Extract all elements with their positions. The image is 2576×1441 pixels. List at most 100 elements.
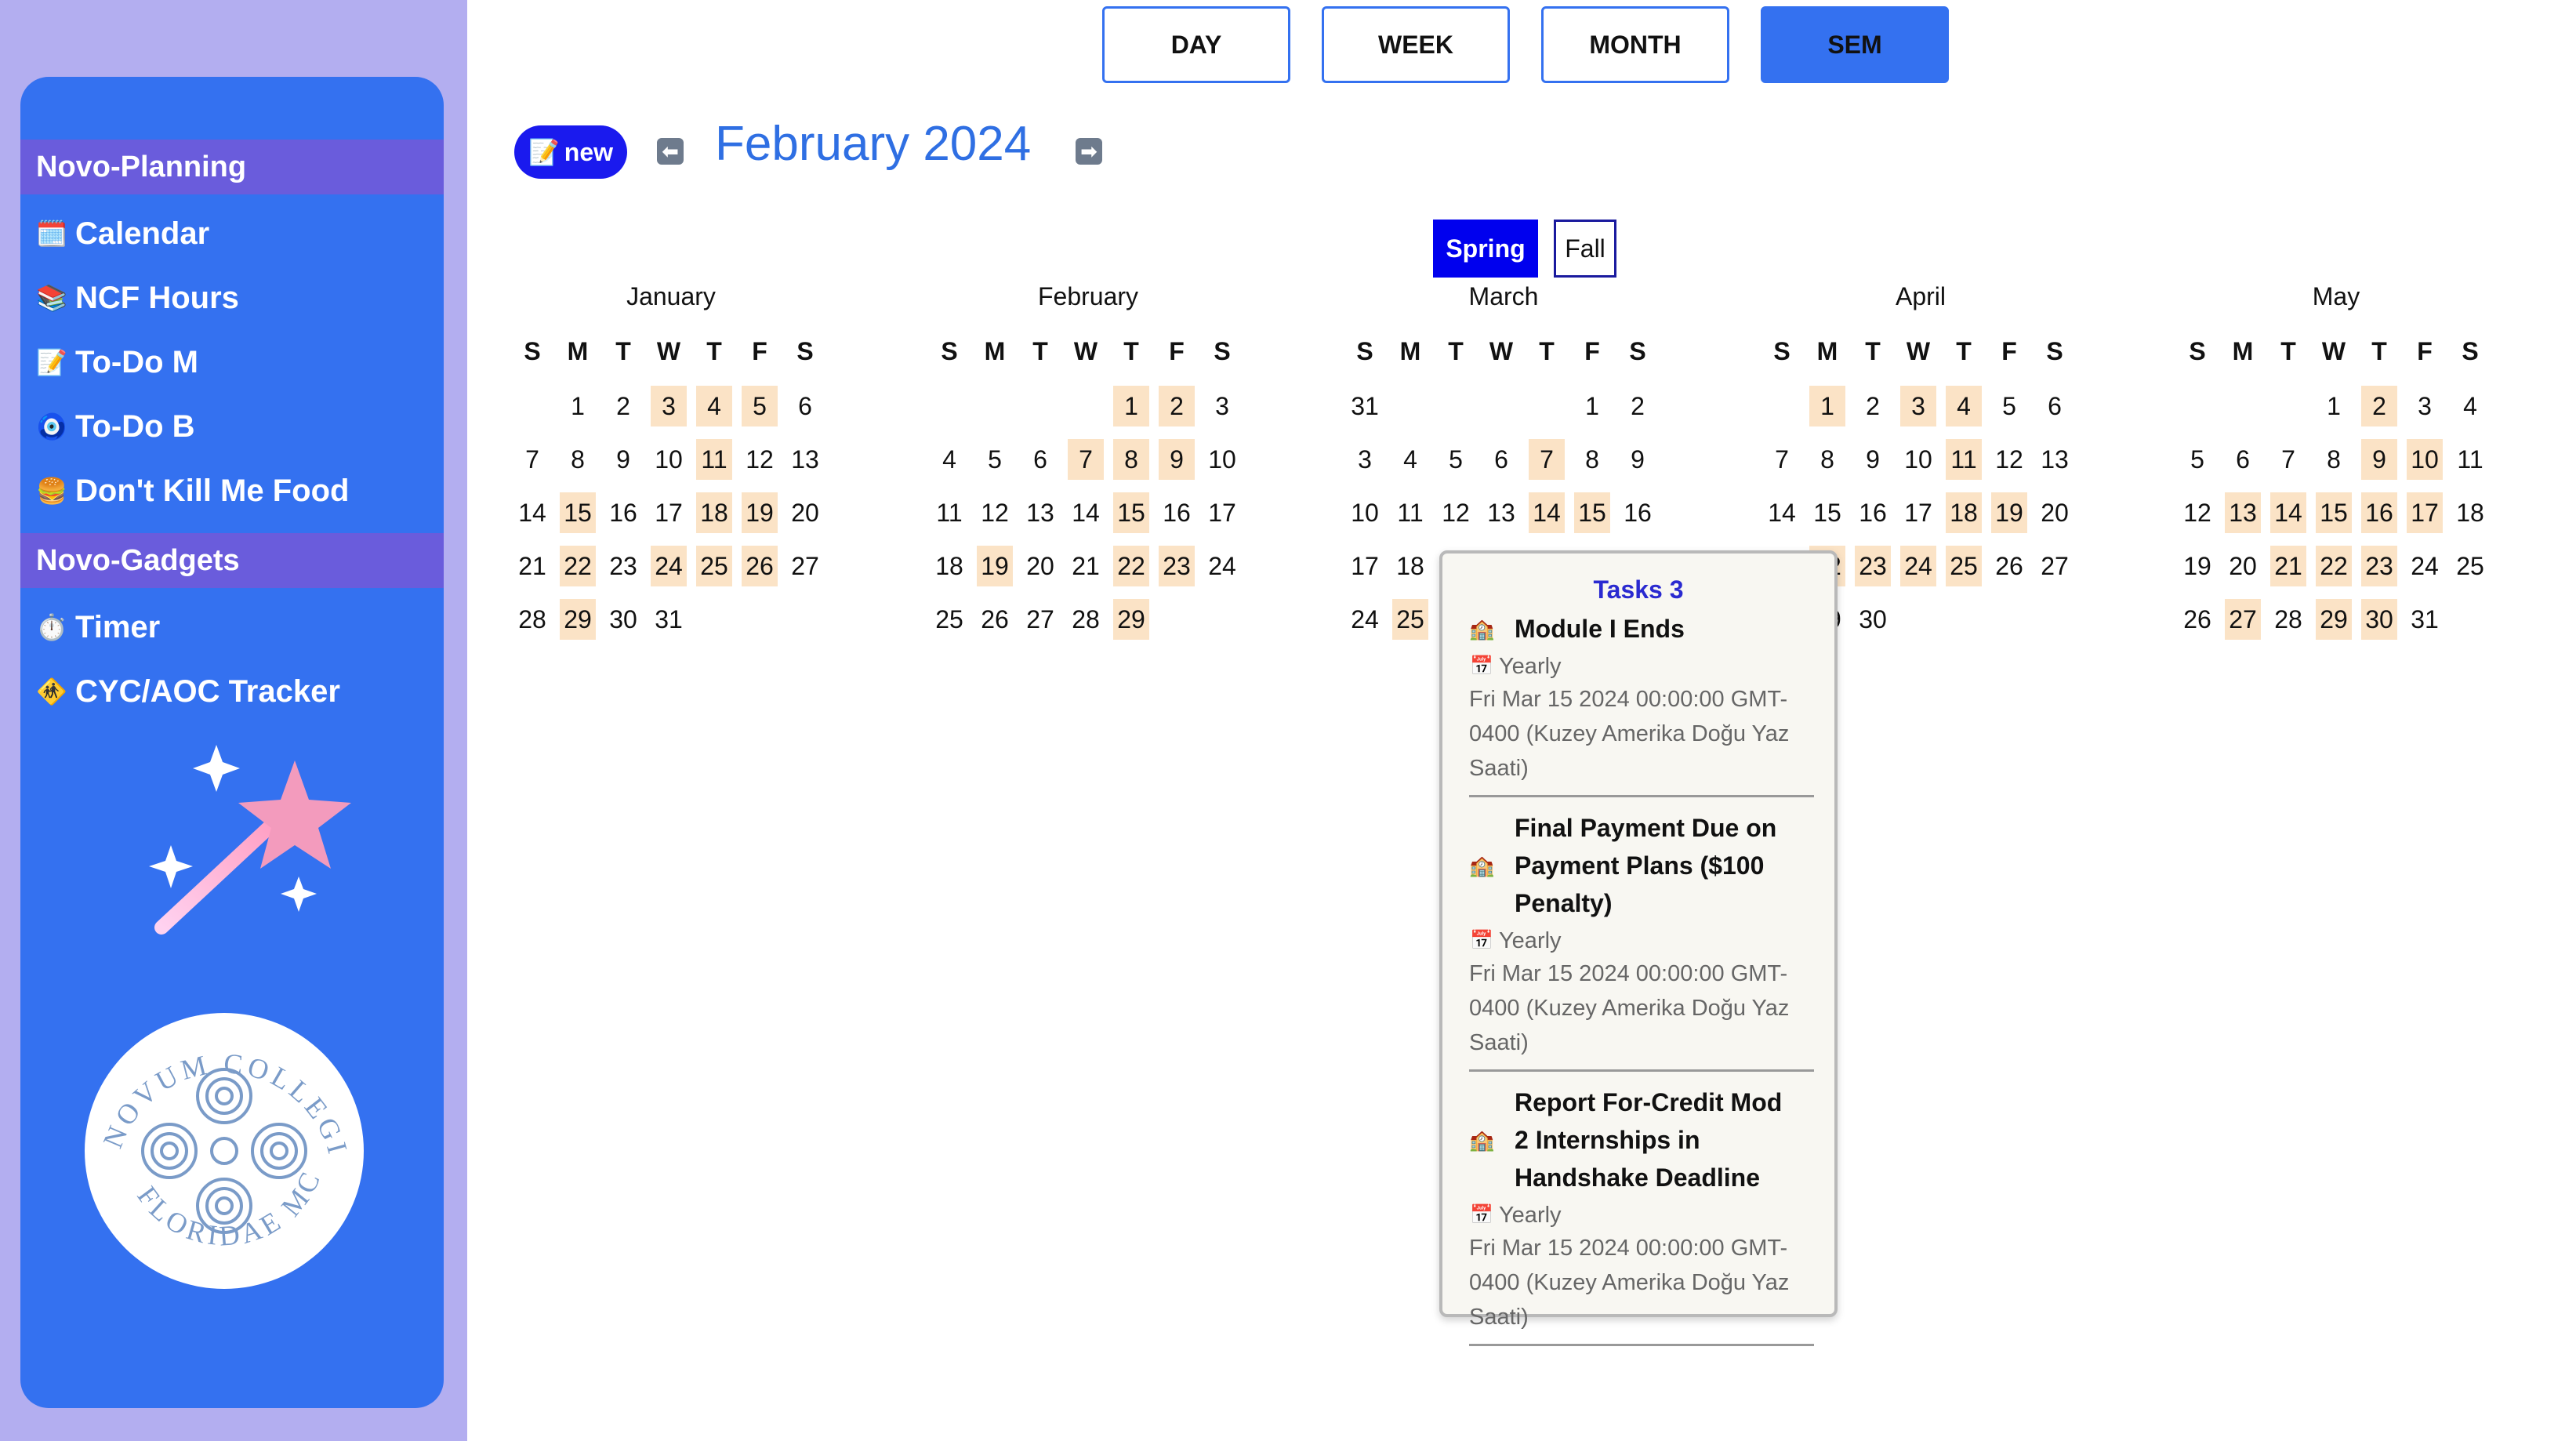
day-cell[interactable]: 5	[742, 386, 778, 426]
day-cell[interactable]: 19	[1991, 492, 2027, 533]
day-cell[interactable]: 13	[2225, 492, 2261, 533]
task-item[interactable]: 🏫 Report For-Credit Mod 2 Internships in Ha…	[1469, 1083, 1814, 1334]
day-cell[interactable]: 17	[1347, 546, 1383, 586]
day-cell[interactable]: 3	[1347, 439, 1383, 480]
day-cell[interactable]: 10	[1204, 439, 1240, 480]
day-cell[interactable]: 23	[605, 546, 641, 586]
view-day-button[interactable]: DAY	[1102, 6, 1290, 83]
day-cell[interactable]: 18	[931, 546, 967, 586]
day-cell[interactable]: 24	[1347, 599, 1383, 640]
day-cell[interactable]: 11	[696, 439, 732, 480]
day-cell[interactable]: 2	[1855, 386, 1891, 426]
day-cell[interactable]: 25	[2452, 546, 2488, 586]
semester-fall-button[interactable]: Fall	[1554, 220, 1616, 278]
day-cell[interactable]: 12	[1991, 439, 2027, 480]
day-cell[interactable]: 22	[1113, 546, 1149, 586]
day-cell[interactable]: 27	[2225, 599, 2261, 640]
day-cell[interactable]: 11	[931, 492, 967, 533]
day-cell[interactable]: 6	[2037, 386, 2073, 426]
day-cell[interactable]: 29	[560, 599, 596, 640]
day-cell[interactable]: 6	[1483, 439, 1519, 480]
day-cell[interactable]: 10	[1900, 439, 1936, 480]
day-cell[interactable]: 14	[514, 492, 550, 533]
sidebar-item-calendar[interactable]: 🗓️ Calendar	[36, 210, 209, 257]
day-cell[interactable]: 26	[1991, 546, 2027, 586]
day-cell[interactable]: 23	[1159, 546, 1195, 586]
day-cell[interactable]: 14	[1764, 492, 1800, 533]
day-cell[interactable]: 27	[787, 546, 823, 586]
day-cell[interactable]: 20	[1022, 546, 1058, 586]
day-cell[interactable]: 3	[651, 386, 687, 426]
day-cell[interactable]: 1	[560, 386, 596, 426]
day-cell[interactable]: 3	[1900, 386, 1936, 426]
day-cell[interactable]: 29	[2316, 599, 2352, 640]
day-cell[interactable]: 8	[1809, 439, 1845, 480]
day-cell[interactable]: 9	[1855, 439, 1891, 480]
day-cell[interactable]: 27	[2037, 546, 2073, 586]
day-cell[interactable]: 20	[787, 492, 823, 533]
day-cell[interactable]: 11	[2452, 439, 2488, 480]
day-cell[interactable]: 24	[2407, 546, 2443, 586]
day-cell[interactable]: 14	[2270, 492, 2306, 533]
day-cell[interactable]: 30	[2361, 599, 2397, 640]
day-cell[interactable]: 7	[1068, 439, 1104, 480]
day-cell[interactable]: 4	[1946, 386, 1982, 426]
day-cell[interactable]: 10	[2407, 439, 2443, 480]
view-sem-button[interactable]: SEM	[1761, 6, 1949, 83]
day-cell[interactable]: 7	[1764, 439, 1800, 480]
sidebar-item-cyc-aoc-tracker[interactable]: 🚸 CYC/AOC Tracker	[36, 668, 340, 715]
day-cell[interactable]: 8	[2316, 439, 2352, 480]
day-cell[interactable]: 10	[651, 439, 687, 480]
day-cell[interactable]: 9	[2361, 439, 2397, 480]
day-cell[interactable]: 8	[1113, 439, 1149, 480]
day-cell[interactable]: 31	[1347, 386, 1383, 426]
day-cell[interactable]: 24	[1900, 546, 1936, 586]
day-cell[interactable]: 18	[1946, 492, 1982, 533]
day-cell[interactable]: 25	[696, 546, 732, 586]
day-cell[interactable]: 13	[1483, 492, 1519, 533]
day-cell[interactable]: 28	[2270, 599, 2306, 640]
sidebar-item-food[interactable]: 🍔 Don't Kill Me Food	[36, 467, 349, 514]
day-cell[interactable]: 19	[2179, 546, 2215, 586]
day-cell[interactable]: 5	[1991, 386, 2027, 426]
sidebar-item-todo-m[interactable]: 📝 To-Do M	[36, 339, 198, 386]
day-cell[interactable]: 5	[1438, 439, 1474, 480]
day-cell[interactable]: 16	[605, 492, 641, 533]
day-cell[interactable]: 16	[1620, 492, 1656, 533]
day-cell[interactable]: 1	[1809, 386, 1845, 426]
task-item[interactable]: 🏫 Final Payment Due on Payment Plans ($100…	[1469, 809, 1814, 1060]
day-cell[interactable]: 15	[2316, 492, 2352, 533]
day-cell[interactable]: 27	[1022, 599, 1058, 640]
new-event-button[interactable]: 📝 new	[514, 125, 627, 179]
day-cell[interactable]: 18	[1392, 546, 1428, 586]
day-cell[interactable]: 13	[787, 439, 823, 480]
day-cell[interactable]: 5	[2179, 439, 2215, 480]
day-cell[interactable]: 2	[605, 386, 641, 426]
day-cell[interactable]: 1	[2316, 386, 2352, 426]
day-cell[interactable]: 21	[1068, 546, 1104, 586]
next-arrow-icon[interactable]: ➡	[1076, 138, 1102, 165]
day-cell[interactable]: 8	[1574, 439, 1610, 480]
sidebar-item-ncf-hours[interactable]: 📚 NCF Hours	[36, 274, 239, 321]
day-cell[interactable]: 9	[1620, 439, 1656, 480]
day-cell[interactable]: 10	[1347, 492, 1383, 533]
day-cell[interactable]: 16	[1855, 492, 1891, 533]
day-cell[interactable]: 2	[2361, 386, 2397, 426]
day-cell[interactable]: 24	[1204, 546, 1240, 586]
day-cell[interactable]: 2	[1620, 386, 1656, 426]
day-cell[interactable]: 11	[1946, 439, 1982, 480]
day-cell[interactable]: 4	[696, 386, 732, 426]
day-cell[interactable]: 4	[931, 439, 967, 480]
day-cell[interactable]: 14	[1068, 492, 1104, 533]
day-cell[interactable]: 16	[2361, 492, 2397, 533]
day-cell[interactable]: 14	[1529, 492, 1565, 533]
day-cell[interactable]: 15	[1113, 492, 1149, 533]
day-cell[interactable]: 18	[696, 492, 732, 533]
day-cell[interactable]: 1	[1113, 386, 1149, 426]
day-cell[interactable]: 13	[1022, 492, 1058, 533]
day-cell[interactable]: 15	[1809, 492, 1845, 533]
day-cell[interactable]: 17	[1900, 492, 1936, 533]
day-cell[interactable]: 20	[2037, 492, 2073, 533]
semester-spring-button[interactable]: Spring	[1433, 220, 1538, 278]
view-month-button[interactable]: MONTH	[1541, 6, 1729, 83]
